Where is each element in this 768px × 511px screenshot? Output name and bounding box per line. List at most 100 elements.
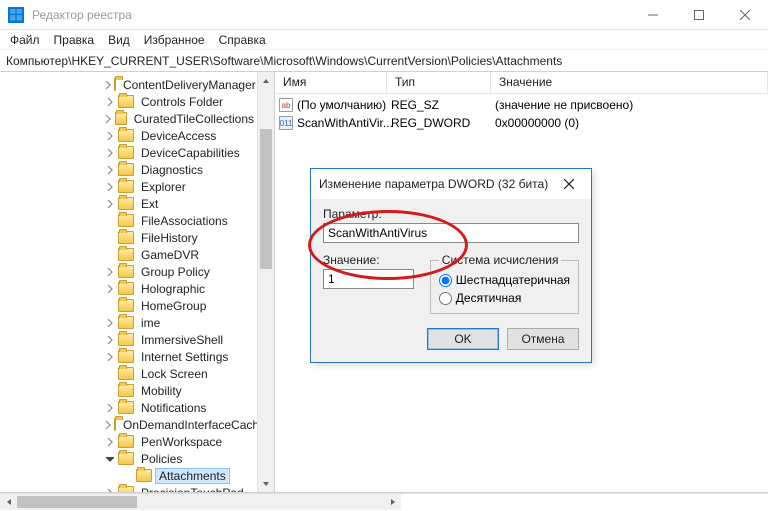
chevron-right-icon[interactable] [104, 300, 116, 312]
radio-hex[interactable]: Шестнадцатеричная [439, 271, 570, 289]
chevron-right-icon[interactable] [122, 470, 134, 482]
tree-item[interactable]: Notifications [0, 399, 257, 416]
chevron-right-icon[interactable] [104, 385, 116, 397]
tree-item[interactable]: Ext [0, 195, 257, 212]
col-name[interactable]: Имя [275, 72, 387, 93]
scroll-up-icon[interactable] [258, 72, 274, 89]
chevron-right-icon[interactable] [104, 419, 112, 431]
col-type[interactable]: Тип [387, 72, 491, 93]
list-row[interactable]: ab(По умолчанию)REG_SZ(значение не присв… [275, 96, 768, 114]
tree-item[interactable]: ime [0, 314, 257, 331]
list-row[interactable]: 011ScanWithAntiVir...REG_DWORD0x00000000… [275, 114, 768, 132]
cell-value: (значение не присвоено) [491, 98, 768, 112]
tree-item[interactable]: DeviceCapabilities [0, 144, 257, 161]
chevron-right-icon[interactable] [104, 147, 116, 159]
address-bar[interactable]: Компьютер\HKEY_CURRENT_USER\Software\Mic… [0, 50, 768, 72]
tree-item-label: ImmersiveShell [138, 333, 226, 347]
cell-type: REG_DWORD [387, 116, 491, 130]
chevron-right-icon[interactable] [104, 249, 116, 261]
chevron-right-icon[interactable] [104, 334, 116, 346]
chevron-right-icon[interactable] [104, 351, 116, 363]
tree-item[interactable]: Controls Folder [0, 93, 257, 110]
chevron-right-icon[interactable] [104, 283, 116, 295]
tree-item[interactable]: Holographic [0, 280, 257, 297]
chevron-right-icon[interactable] [104, 181, 116, 193]
menu-file[interactable]: Файл [10, 33, 40, 47]
tree-item[interactable]: PrecisionTouchPad [0, 484, 257, 492]
tree-scrollbar[interactable] [257, 72, 274, 492]
menu-edit[interactable]: Правка [54, 33, 95, 47]
tree-item[interactable]: Explorer [0, 178, 257, 195]
tree-item[interactable]: DeviceAccess [0, 127, 257, 144]
ok-button[interactable]: OK [427, 328, 499, 350]
tree-item-label: Attachments [156, 469, 229, 483]
tree-item-label: Ext [138, 197, 161, 211]
tree-item[interactable]: CuratedTileCollections [0, 110, 257, 127]
folder-icon [118, 197, 134, 210]
tree-item-label: Policies [138, 452, 185, 466]
folder-icon [118, 384, 134, 397]
chevron-right-icon[interactable] [104, 215, 116, 227]
chevron-right-icon[interactable] [104, 79, 112, 91]
scroll-left-icon[interactable] [0, 494, 17, 510]
tree-item[interactable]: HomeGroup [0, 297, 257, 314]
menu-favorites[interactable]: Избранное [144, 33, 205, 47]
tree-item[interactable]: Policies [0, 450, 257, 467]
chevron-right-icon[interactable] [104, 317, 116, 329]
chevron-right-icon[interactable] [104, 402, 116, 414]
chevron-right-icon[interactable] [104, 436, 116, 448]
chevron-right-icon[interactable] [104, 487, 116, 493]
chevron-down-icon[interactable] [104, 453, 116, 465]
tree-item[interactable]: OnDemandInterfaceCache [0, 416, 257, 433]
tree-item-label: HomeGroup [138, 299, 209, 313]
tree-item[interactable]: GameDVR [0, 246, 257, 263]
scroll-thumb[interactable] [260, 129, 272, 269]
tree-item[interactable]: Group Policy [0, 263, 257, 280]
chevron-right-icon[interactable] [104, 266, 116, 278]
value-input[interactable] [323, 269, 414, 289]
chevron-right-icon[interactable] [104, 96, 116, 108]
chevron-right-icon[interactable] [104, 130, 116, 142]
radio-dec[interactable]: Десятичная [439, 289, 570, 307]
tree-item[interactable]: Lock Screen [0, 365, 257, 382]
chevron-right-icon[interactable] [104, 232, 116, 244]
tree-item-label: DeviceAccess [138, 129, 219, 143]
maximize-button[interactable] [676, 0, 722, 29]
chevron-right-icon[interactable] [104, 198, 116, 210]
tree-item-label: PrecisionTouchPad [138, 486, 247, 493]
folder-icon [118, 214, 134, 227]
minimize-button[interactable] [630, 0, 676, 29]
tree-item[interactable]: FileHistory [0, 229, 257, 246]
dword-icon: 011 [279, 116, 293, 130]
string-icon: ab [279, 98, 293, 112]
tree-item[interactable]: PenWorkspace [0, 433, 257, 450]
tree-item-label: Holographic [138, 282, 208, 296]
chevron-right-icon[interactable] [104, 113, 113, 125]
scroll-down-icon[interactable] [258, 475, 274, 492]
col-value[interactable]: Значение [491, 72, 768, 93]
chevron-right-icon[interactable] [104, 164, 116, 176]
tree-item[interactable]: ContentDeliveryManager [0, 76, 257, 93]
dialog-close-button[interactable] [555, 174, 583, 194]
menu-view[interactable]: Вид [108, 33, 130, 47]
param-input [323, 223, 579, 243]
tree-item[interactable]: Internet Settings [0, 348, 257, 365]
tree-item[interactable]: Attachments [0, 467, 257, 484]
chevron-right-icon[interactable] [104, 368, 116, 380]
base-legend: Система исчисления [439, 253, 562, 267]
tree-hscrollbar[interactable] [0, 493, 768, 510]
close-button[interactable] [722, 0, 768, 29]
tree-item[interactable]: Mobility [0, 382, 257, 399]
cancel-button[interactable]: Отмена [507, 328, 579, 350]
cell-type: REG_SZ [387, 98, 491, 112]
cell-value: 0x00000000 (0) [491, 116, 768, 130]
tree-item[interactable]: FileAssociations [0, 212, 257, 229]
tree-item[interactable]: ImmersiveShell [0, 331, 257, 348]
menu-help[interactable]: Справка [219, 33, 266, 47]
tree-pane: ContentDeliveryManagerControls FolderCur… [0, 72, 275, 492]
scroll-right-icon[interactable] [384, 494, 401, 510]
tree-item[interactable]: Diagnostics [0, 161, 257, 178]
hscroll-thumb[interactable] [17, 496, 137, 508]
folder-icon [118, 180, 134, 193]
folder-icon [118, 367, 134, 380]
